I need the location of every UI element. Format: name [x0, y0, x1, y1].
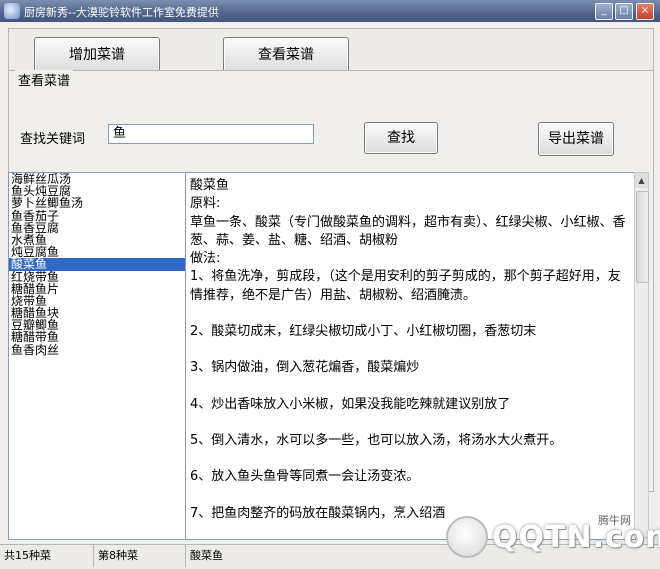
recipe-title: 酸菜鱼	[190, 178, 230, 193]
list-item[interactable]: 鱼香茄子	[9, 209, 185, 221]
detail-scrollbar[interactable]: ▲	[634, 172, 649, 538]
minimize-button[interactable]: _	[595, 3, 613, 20]
list-item[interactable]: 萝卜丝鲫鱼汤	[9, 197, 185, 209]
export-recipe-button[interactable]: 导出菜谱	[538, 122, 614, 156]
scroll-thumb[interactable]	[636, 191, 649, 283]
recipe-list[interactable]: 海鲜丝瓜汤 鱼头炖豆腐 萝卜丝鲫鱼汤 鱼香茄子 鱼香豆腐 水煮鱼 炖豆腐鱼 酸菜鱼 红烧带鱼 糖醋…	[8, 172, 186, 540]
recipe-detail[interactable]: 酸菜鱼 原料: 草鱼一条、酸菜（专门做酸菜鱼的调料，超市有卖）、红绿尖椒、小红椒…	[185, 172, 636, 540]
list-item[interactable]: 鱼香肉丝	[9, 343, 185, 355]
method-label: 做法:	[190, 251, 221, 267]
ingredients-text: 草鱼一条、酸菜（专门做酸菜鱼的调料，超市有卖）、红绿尖椒、小红椒、香葱、蒜、姜、…	[190, 214, 626, 248]
app-icon	[4, 3, 20, 19]
list-item[interactable]: 红烧带鱼	[9, 270, 185, 282]
watermark: QQTN.com 腾牛网	[440, 510, 660, 560]
step-2: 2、酸菜切成末，红绿尖椒切成小丁、小红椒切圈，香葱切末	[190, 324, 537, 340]
list-item[interactable]: 糖醋带鱼	[9, 331, 185, 343]
search-input[interactable]	[108, 124, 314, 144]
step-4: 4、炒出香味放入小米椒，如果没我能吃辣就建议别放了	[190, 396, 511, 412]
list-item[interactable]: 酸菜鱼	[9, 258, 185, 271]
group-legend: 查看菜谱	[15, 70, 74, 89]
watermark-logo-icon	[446, 516, 488, 558]
ingredients-label: 原料:	[190, 196, 221, 212]
close-button[interactable]: ×	[636, 3, 654, 20]
status-total: 共15种菜	[0, 545, 94, 567]
watermark-text: QQTN.com	[492, 520, 660, 555]
maximize-button[interactable]: □	[615, 3, 633, 20]
view-recipe-button[interactable]: 查看菜谱	[223, 37, 349, 73]
add-recipe-button[interactable]: 增加菜谱	[34, 37, 160, 73]
status-current: 第8种菜	[94, 545, 186, 567]
window-title: 厨房新秀--大漠驼铃软件工作室免费提供	[24, 6, 219, 19]
step-1: 1、将鱼洗净，剪成段，（这个是用安利的剪子剪成的，那个剪子超好用，友情推荐，绝不…	[190, 269, 621, 303]
title-bar: 厨房新秀--大漠驼铃软件工作室免费提供 _ □ ×	[0, 0, 660, 22]
search-button[interactable]: 查找	[364, 122, 438, 154]
step-3: 3、锅内做油，倒入葱花煸香，酸菜煸炒	[190, 360, 420, 376]
step-6: 6、放入鱼头鱼骨等同煮一会让汤变浓。	[190, 469, 420, 485]
watermark-small-text: 腾牛网	[598, 514, 631, 527]
step-5: 5、倒入清水，水可以多一些，也可以放入汤，将汤水大火煮开。	[190, 432, 563, 448]
scroll-up-arrow-icon[interactable]: ▲	[635, 173, 648, 188]
search-label: 查找关键词	[20, 132, 86, 147]
